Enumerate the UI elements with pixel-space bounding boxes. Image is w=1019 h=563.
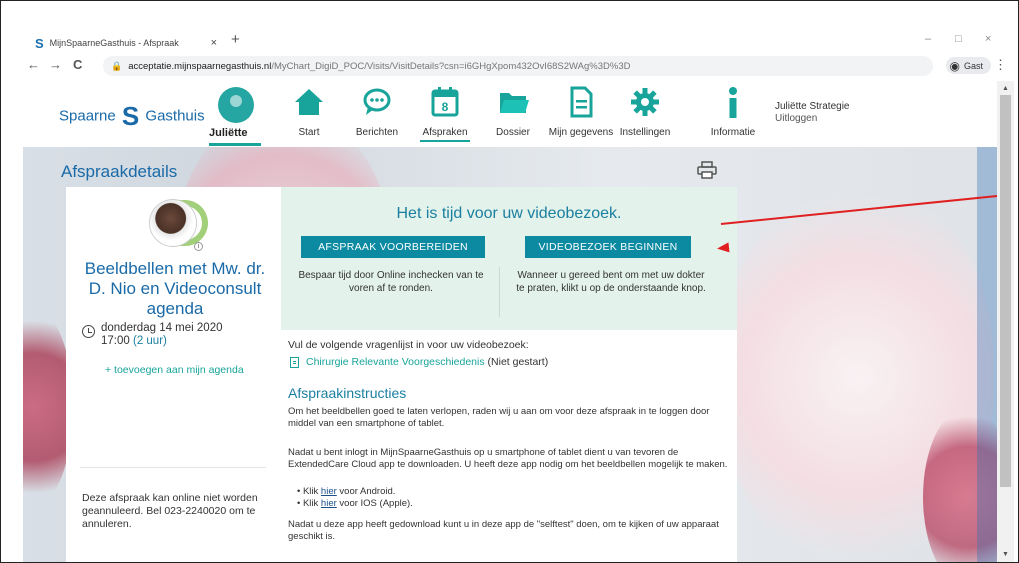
video-visit-banner: Het is tijd voor uw videobezoek. AFSPRAA… [281,187,737,330]
prepare-appointment-button[interactable]: AFSPRAAK VOORBEREIDEN [301,236,485,258]
banner-title: Het is tijd voor uw videobezoek. [396,205,622,222]
scroll-down-icon[interactable]: ▼ [1002,551,1009,558]
start-description: Wanneer u gereed bent om met uw dokter t… [516,270,706,294]
browser-menu-button[interactable]: ⋮ [994,57,1007,73]
minimize-button[interactable]: – [925,33,931,45]
home-icon [295,89,323,115]
logout-link[interactable]: Uitloggen [775,113,850,125]
appointment-summary-card: i Beeldbellen met Mw. dr. D. Nio en Vide… [66,187,281,562]
lock-icon: 🔒 [111,60,123,71]
browser-tab-bar: S MijnSpaarneGasthuis - Afspraak × + – □… [23,25,1013,55]
url-path: /MyChart_DigiD_POC/Visits/VisitDetails?c… [271,60,631,72]
screenshot-frame: S MijnSpaarneGasthuis - Afspraak × + – □… [0,0,1019,563]
questionnaire-intro: Vul de volgende vragenlijst in voor uw v… [288,339,529,351]
appointment-datetime: donderdag 14 mei 2020 17:00 (2 uur) [101,322,223,348]
url-host: acceptatie.mijnspaarnegasthuis.nl [128,60,272,72]
tab-title: MijnSpaarneGasthuis - Afspraak [49,38,179,48]
banner-divider [499,267,500,317]
scrollbar-thumb[interactable] [1000,95,1011,487]
nav-instellingen[interactable]: Instellingen [609,85,681,138]
close-window-button[interactable]: × [985,33,991,45]
user-name: Juliëtte Strategie [775,101,850,112]
browser-tab[interactable]: S MijnSpaarneGasthuis - Afspraak × [31,31,223,55]
site-header: Spaarne S Gasthuis Juliëtte Start Berich… [23,81,997,147]
appointment-detail-card: Het is tijd voor uw videobezoek. AFSPRAA… [281,187,737,562]
start-video-visit-button[interactable]: VIDEOBEZOEK BEGINNEN [525,236,691,258]
user-tab-label[interactable]: Juliëtte [209,127,248,139]
instructions-title: Afspraakinstructies [288,385,407,401]
instructions-paragraph: Om het beeldbellen goed te laten verlope… [288,406,710,429]
appointment-time: 17:00 [101,335,130,347]
maximize-button[interactable]: □ [955,33,962,45]
profile-icon: ◉ [949,58,960,73]
site-favicon-icon: S [35,35,44,51]
clipboard-icon [290,357,299,368]
folder-icon [500,93,529,113]
new-tab-button[interactable]: + [231,31,240,48]
forward-button[interactable]: → [49,57,62,72]
annotation-arrow-head [716,242,730,254]
browser-address-row: ← → C 🔒 acceptatie.mijnspaarnegasthuis.n… [23,55,1013,77]
calendar-day: 8 [442,100,449,114]
page-title: Afspraakdetails [61,162,178,181]
instructions-paragraph: Nadat u deze app heeft gedownload kunt u… [288,519,719,542]
nav-dossier[interactable]: Dossier [477,85,549,138]
spaarne-gasthuis-logo[interactable]: Spaarne S Gasthuis [59,101,205,132]
gear-icon [631,88,659,116]
reload-button[interactable]: C [73,57,82,72]
nav-berichten[interactable]: Berichten [341,85,413,138]
divider [80,467,266,468]
questionnaire-status: (Niet gestart) [487,356,549,368]
guest-label: Gast [963,60,983,71]
instructions-paragraph: Nadat u bent inlogt in MijnSpaarneGasthu… [288,447,728,470]
chat-icon [363,88,391,115]
appointment-duration: (2 uur) [132,335,167,347]
appointment-title: Beeldbellen met Mw. dr. D. Nio en Videoc… [84,259,266,318]
url-bar[interactable]: 🔒 acceptatie.mijnspaarnegasthuis.nl/MyCh… [103,56,933,76]
printer-icon[interactable] [697,161,717,179]
tab-close-button[interactable]: × [211,37,217,49]
doctor-photo [150,200,196,246]
background-strip [977,147,997,562]
ios-download-link[interactable]: hier [321,498,337,509]
add-to-calendar-link[interactable]: + toevoegen aan mijn agenda [105,364,245,377]
android-bullet: • Klik hier voor Android. [297,486,396,497]
calendar-icon: 8 [431,87,459,117]
doctor-info-icon[interactable]: i [194,242,203,251]
info-icon [729,87,737,118]
guest-profile-button[interactable]: ◉ Gast [945,57,991,74]
back-button[interactable]: ← [27,57,40,72]
questionnaire-row: Chirurgie Relevante Voorgeschiedenis (Ni… [306,356,548,368]
nav-informatie[interactable]: Informatie [697,85,769,138]
user-tab-underline [209,143,261,146]
questionnaire-link[interactable]: Chirurgie Relevante Voorgeschiedenis [306,356,485,368]
nav-start[interactable]: Start [273,85,345,138]
prepare-description: Bespaar tijd door Online inchecken van t… [298,270,484,294]
logo-s-icon: S [121,101,140,131]
nav-mijn-gegevens[interactable]: Mijn gegevens [545,85,617,138]
cancel-note: Deze afspraak kan online niet worden gea… [82,492,258,530]
android-download-link[interactable]: hier [321,486,337,497]
clock-icon [82,325,95,338]
user-box: Juliëtte Strategie Uitloggen [775,101,850,125]
document-icon [570,86,593,118]
appointment-date: donderdag 14 mei 2020 [101,322,223,334]
scroll-up-icon[interactable]: ▲ [1002,85,1009,92]
user-avatar-icon[interactable] [218,87,254,123]
ios-bullet: • Klik hier voor IOS (Apple). [297,498,413,509]
nav-afspraken[interactable]: 8 Afspraken [409,85,481,142]
